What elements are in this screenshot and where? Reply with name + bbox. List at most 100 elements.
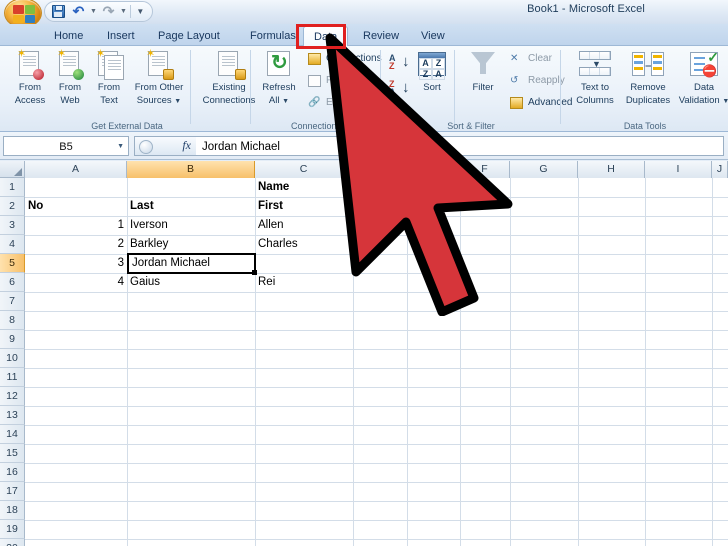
fill-handle[interactable] [252, 270, 257, 275]
tab-view[interactable]: View [411, 26, 455, 46]
cell-b6[interactable]: Gaius [127, 273, 255, 292]
row-header-9[interactable]: 9 [0, 330, 25, 349]
reapply-filter-button[interactable]: ↺ Reapply [508, 72, 565, 90]
from-other-sources-button[interactable]: ✶ From Other Sources ▼ [128, 49, 190, 107]
from-access-button[interactable]: ✶ From Access [10, 49, 50, 106]
refresh-all-icon [256, 49, 302, 81]
cell-c2[interactable]: First [255, 197, 353, 216]
insert-function-icon[interactable]: fx [182, 138, 191, 153]
properties-button[interactable]: Properties [306, 72, 372, 90]
cell-a3[interactable]: 1 [25, 216, 127, 235]
row-header-19[interactable]: 19 [0, 520, 25, 539]
properties-icon [308, 75, 321, 87]
sort-descending-button[interactable]: Z A ↓ [386, 78, 412, 100]
window-title-text: Book1 - Microsoft Excel [527, 3, 645, 15]
row-header-3[interactable]: 3 [0, 216, 25, 235]
row-header-10[interactable]: 10 [0, 349, 25, 368]
chevron-down-icon[interactable]: ▼ [722, 98, 728, 105]
tab-page-layout[interactable]: Page Layout [148, 26, 230, 46]
data-validation-button[interactable]: ✓ ⛔ Data Validation ▼ [678, 49, 728, 107]
data-validation-icon: ✓ ⛔ [678, 49, 728, 81]
row-header-8[interactable]: 8 [0, 311, 25, 330]
from-access-icon: ✶ [10, 49, 50, 81]
sort-button[interactable]: AZ ZA Sort [412, 49, 452, 94]
cell-b2[interactable]: Last [127, 197, 255, 216]
row-header-16[interactable]: 16 [0, 463, 25, 482]
from-web-button[interactable]: ✶ From Web [52, 49, 88, 106]
row-header-6[interactable]: 6 [0, 273, 25, 292]
tab-formulas[interactable]: Formulas [240, 26, 306, 46]
row-header-13[interactable]: 13 [0, 406, 25, 425]
from-other-sources-icon: ✶ [128, 49, 190, 81]
clear-filter-label: Clear [528, 53, 552, 64]
properties-label: Properties [326, 75, 372, 86]
row-header-2[interactable]: 2 [0, 197, 25, 216]
cell-a4[interactable]: 2 [25, 235, 127, 254]
filter-button[interactable]: Filter [460, 49, 506, 94]
row-header-4[interactable]: 4 [0, 235, 25, 254]
text-to-columns-button[interactable]: ▼ Text to Columns [570, 49, 620, 106]
chevron-down-icon[interactable]: ▼ [174, 98, 181, 105]
row-header-17[interactable]: 17 [0, 482, 25, 501]
chevron-down-icon[interactable]: ▼ [282, 98, 289, 105]
refresh-all-button[interactable]: Refresh All ▼ [256, 49, 302, 107]
tab-home[interactable]: Home [44, 26, 93, 46]
connections-icon [308, 53, 321, 65]
clear-filter-icon: ✕ [510, 53, 519, 64]
row-header-1[interactable]: 1 [0, 178, 25, 197]
row-header-20[interactable]: 20 [0, 539, 25, 546]
cell-a5[interactable]: 3 [25, 254, 127, 273]
connections-button[interactable]: Connections [306, 50, 382, 68]
group-data-tools: ▼ Text to Columns ⟶ Remove Duplicates [562, 46, 728, 132]
cell-c6[interactable]: Rei [255, 273, 353, 292]
cell-b3[interactable]: Iverson [127, 216, 255, 235]
group-divider [190, 50, 191, 124]
cell-b4[interactable]: Barkley [127, 235, 255, 254]
cell-c1[interactable]: Name [255, 178, 353, 197]
column-header-i[interactable]: I [645, 161, 712, 178]
text-to-columns-icon: ▼ [570, 49, 620, 81]
row-header-18[interactable]: 18 [0, 501, 25, 520]
cell-b5[interactable]: Jordan Michael [129, 254, 255, 273]
row-header-12[interactable]: 12 [0, 387, 25, 406]
from-other-sources-label2: Sources [136, 94, 172, 106]
remove-duplicates-button[interactable]: ⟶ Remove Duplicates [620, 49, 676, 106]
group-divider [454, 50, 455, 124]
clear-filter-button[interactable]: ✕ Clear [508, 50, 552, 68]
tab-insert[interactable]: Insert [97, 26, 145, 46]
cell-c3[interactable]: Allen [255, 216, 353, 235]
window-title: Book1 - Microsoft Excel [0, 3, 728, 15]
row-header-14[interactable]: 14 [0, 425, 25, 444]
title-bar: ↶ ▼ ↷ ▼ ▼ Book1 - Microsoft Excel [0, 0, 728, 28]
column-header-f[interactable]: F [460, 161, 510, 178]
column-header-a[interactable]: A [25, 161, 127, 178]
cell-a2[interactable]: No [25, 197, 127, 216]
reapply-filter-icon: ↺ [510, 75, 519, 86]
from-text-button[interactable]: ✶ From Text [90, 49, 128, 106]
edit-links-button[interactable]: 🔗 Edit Links [306, 94, 369, 112]
row-header-11[interactable]: 11 [0, 368, 25, 387]
group-get-external-data: ✶ From Access ✶ From Web ✶ From Text ✶ F… [4, 46, 256, 132]
row-header-5[interactable]: 5 [0, 254, 25, 273]
name-box[interactable]: B5 ▼ [3, 136, 129, 156]
cancel-enter-icon[interactable] [139, 140, 153, 154]
tab-data[interactable]: Data [303, 26, 349, 46]
column-header-d[interactable]: D [353, 161, 407, 178]
column-header-g[interactable]: G [510, 161, 578, 178]
column-header-b[interactable]: B [127, 161, 255, 178]
cell-c4[interactable]: Charles [255, 235, 353, 254]
column-header-j[interactable]: J [712, 161, 728, 178]
chevron-down-icon[interactable]: ▼ [117, 137, 124, 157]
advanced-filter-icon [510, 97, 523, 109]
tab-review[interactable]: Review [353, 26, 409, 46]
column-header-h[interactable]: H [578, 161, 645, 178]
row-header-15[interactable]: 15 [0, 444, 25, 463]
excel-window: ↶ ▼ ↷ ▼ ▼ Book1 - Microsoft Excel Home I… [0, 0, 728, 546]
cell-a6[interactable]: 4 [25, 273, 127, 292]
row-header-7[interactable]: 7 [0, 292, 25, 311]
sort-ascending-button[interactable]: A Z ↓ [386, 52, 412, 74]
formula-input[interactable]: Jordan Michael [196, 136, 724, 156]
column-header-c[interactable]: C [255, 161, 353, 178]
column-header-e[interactable]: E [407, 161, 460, 178]
select-all-button[interactable] [0, 161, 25, 178]
